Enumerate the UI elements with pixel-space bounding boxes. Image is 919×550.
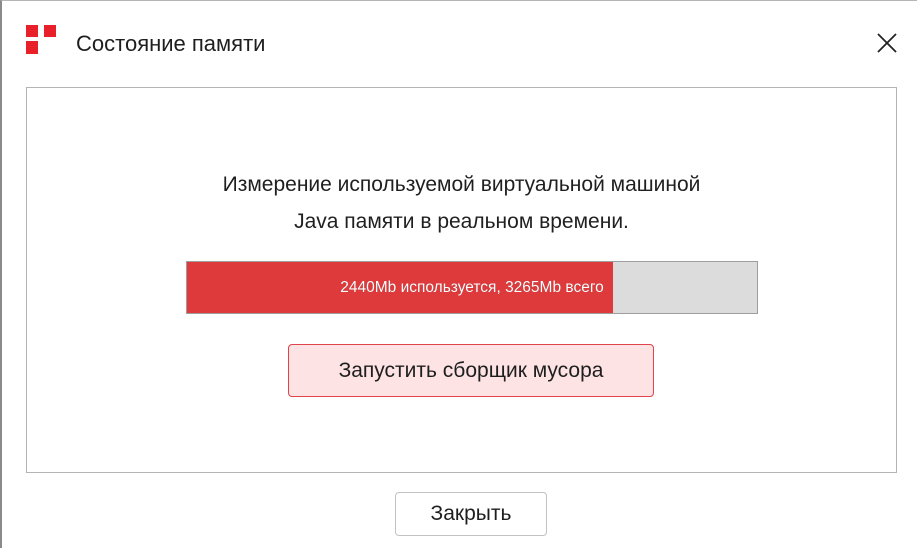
run-garbage-collector-button[interactable]: Запустить сборщик мусора — [288, 344, 654, 397]
memory-usage-label-overlay: 2440Mb используется, 3265Mb всего — [187, 262, 613, 313]
memory-status-dialog: Состояние памяти Измерение используемой … — [0, 0, 917, 548]
content-panel: Измерение используемой виртуальной машин… — [26, 87, 897, 473]
close-icon[interactable] — [865, 21, 909, 65]
close-button[interactable]: Закрыть — [395, 492, 547, 536]
description-line-1: Измерение используемой виртуальной машин… — [222, 173, 701, 196]
description-line-2: Java памяти в реальном времени. — [294, 210, 629, 233]
logo-icon — [25, 25, 63, 57]
memory-usage-bar: 2440Mb используется, 3265Mb всего 2440Mb… — [186, 261, 758, 314]
window-title: Состояние памяти — [76, 31, 266, 56]
memory-usage-label-on-fill: 2440Mb используется, 3265Mb всего — [340, 279, 604, 296]
title-bar: Состояние памяти — [2, 1, 917, 81]
